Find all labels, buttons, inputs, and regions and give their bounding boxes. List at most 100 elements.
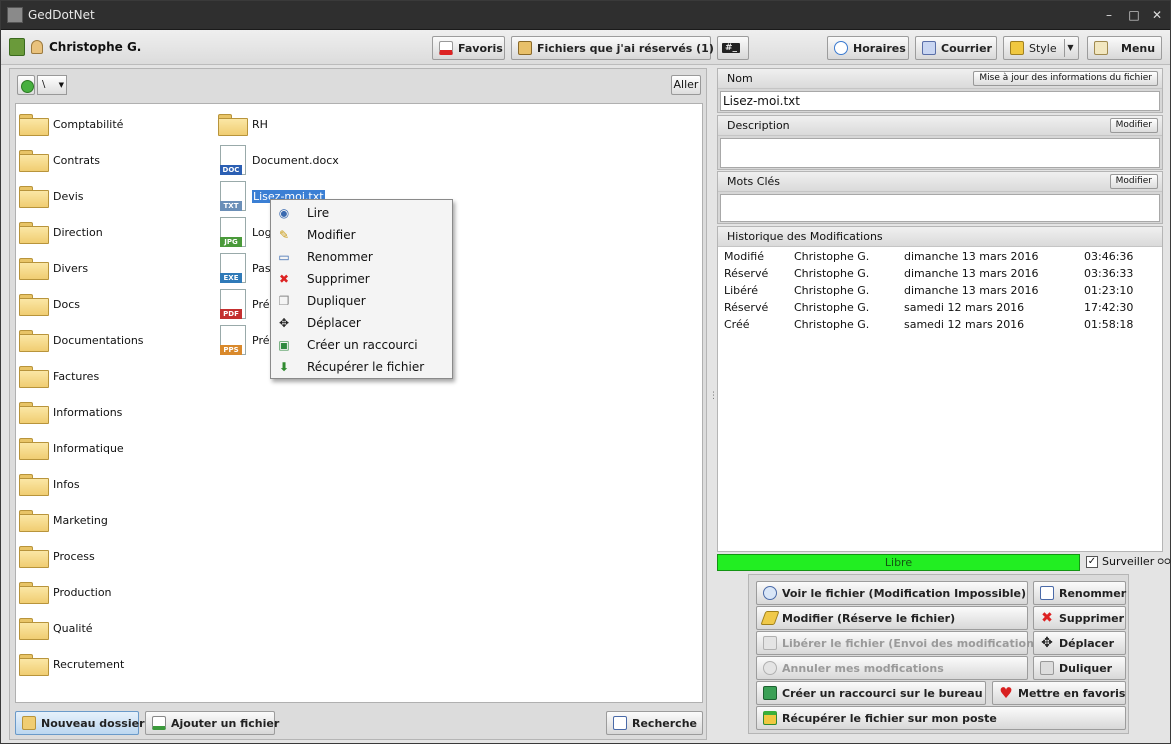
context-menu-item[interactable]: ✖ Supprimer xyxy=(271,268,452,290)
folder-item[interactable]: Informatique xyxy=(19,436,124,460)
file-details-panel: Nom Mise à jour des informations du fich… xyxy=(714,68,1171,740)
context-menu-item[interactable]: ✎ Modifier xyxy=(271,224,452,246)
keywords-field[interactable] xyxy=(720,194,1160,222)
folder-item[interactable]: Documentations xyxy=(19,328,144,352)
history-cell: Créé xyxy=(724,318,750,331)
context-menu-item[interactable]: ⬇ Récupérer le fichier xyxy=(271,356,452,378)
file-item[interactable]: PPS Prés xyxy=(220,324,275,356)
eye-icon xyxy=(763,586,777,600)
search-button[interactable]: Recherche xyxy=(606,711,703,735)
bookmark-icon xyxy=(439,41,453,55)
user-icon xyxy=(31,40,43,54)
folder-icon xyxy=(19,510,49,532)
palette-icon xyxy=(1010,41,1024,55)
modify-button[interactable]: Modifier (Réserve le fichier) xyxy=(756,606,1028,630)
folder-item[interactable]: Direction xyxy=(19,220,103,244)
eye-icon: ◉ xyxy=(278,206,290,220)
folder-icon xyxy=(19,330,49,352)
history-cell: 03:46:36 xyxy=(1084,250,1134,263)
folder-item[interactable]: Divers xyxy=(19,256,88,280)
file-exe-icon: EXE xyxy=(220,253,246,283)
folder-icon xyxy=(19,546,49,568)
close-button[interactable]: ✕ xyxy=(1149,7,1165,23)
context-menu: ◉ Lire ✎ Modifier ▭ Renommer ✖ Supprimer ❐ Dupliq… xyxy=(270,199,453,379)
file-item[interactable]: JPG Log xyxy=(220,216,272,248)
watch-checkbox[interactable]: ✓ xyxy=(1086,555,1098,568)
lock-icon xyxy=(518,41,532,55)
context-menu-item[interactable]: ▣ Créer un raccourci xyxy=(271,334,452,356)
go-button[interactable]: Aller xyxy=(671,75,701,95)
path-field[interactable]: \ ▼ xyxy=(37,75,67,95)
menu-button[interactable]: Menu xyxy=(1087,36,1162,60)
folder-item[interactable]: Recrutement xyxy=(19,652,124,676)
folder-item[interactable]: Qualité xyxy=(19,616,93,640)
file-jpg-icon: JPG xyxy=(220,217,246,247)
create-shortcut-button[interactable]: Créer un raccourci sur le bureau xyxy=(756,681,986,705)
move-button[interactable]: ✥ Déplacer xyxy=(1033,631,1126,655)
file-item[interactable]: DOC Document.docx xyxy=(220,144,339,176)
keywords-modify-button[interactable]: Modifier xyxy=(1109,174,1158,189)
context-menu-item[interactable]: ▭ Renommer xyxy=(271,246,452,268)
delete-button[interactable]: ✖ Supprimer xyxy=(1033,606,1126,630)
watch-toggle[interactable]: ✓ Surveiller ᴑᴑ xyxy=(1086,555,1171,568)
history-row: Libéré Christophe G. dimanche 13 mars 2016… xyxy=(718,282,1162,299)
history-cell: 01:58:18 xyxy=(1084,318,1134,331)
maximize-button[interactable]: □ xyxy=(1126,7,1142,23)
reserved-files-button[interactable]: Fichiers que j'ai réservés (1) xyxy=(511,36,714,60)
download-file-button[interactable]: Récupérer le fichier sur mon poste xyxy=(756,706,1126,730)
folder-item[interactable]: Production xyxy=(19,580,112,604)
history-row: Réservé Christophe G. samedi 12 mars 2016 1… xyxy=(718,299,1162,316)
cancel-changes-button[interactable]: Annuler mes modfications xyxy=(756,656,1028,680)
watch-label: Surveiller xyxy=(1102,555,1155,568)
history-cell: 17:42:30 xyxy=(1084,301,1134,314)
refresh-icon[interactable] xyxy=(17,75,35,95)
rename-button[interactable]: Renommer xyxy=(1033,581,1126,605)
name-field[interactable]: Lisez-moi.txt xyxy=(720,91,1160,111)
shortcut-icon: ▣ xyxy=(278,338,290,352)
folder-item[interactable]: Process xyxy=(19,544,95,568)
view-file-button[interactable]: Voir le fichier (Modification Impossible… xyxy=(756,581,1028,605)
new-folder-button[interactable]: Nouveau dossier xyxy=(15,711,145,735)
history-cell: Libéré xyxy=(724,284,758,297)
delete-x-icon: ✖ xyxy=(278,272,290,286)
context-menu-item[interactable]: ✥ Déplacer xyxy=(271,312,452,334)
context-menu-item[interactable]: ◉ Lire xyxy=(271,202,452,224)
status-bar: Libre xyxy=(717,554,1080,571)
chevron-down-icon[interactable]: ▼ xyxy=(1064,39,1076,57)
add-file-button[interactable]: Ajouter un fichier xyxy=(145,711,279,735)
description-modify-button[interactable]: Modifier xyxy=(1109,118,1158,133)
minimize-button[interactable]: – xyxy=(1101,7,1117,23)
folder-item[interactable]: Devis xyxy=(19,184,84,208)
folder-icon xyxy=(19,294,49,316)
folder-item[interactable]: Contrats xyxy=(19,148,100,172)
favoris-button[interactable]: Favoris xyxy=(432,36,505,60)
context-menu-item[interactable]: ❐ Dupliquer xyxy=(271,290,452,312)
console-button[interactable]: #_ xyxy=(717,36,749,60)
folder-item[interactable]: Docs xyxy=(19,292,80,316)
file-item[interactable]: PDF Prés xyxy=(220,288,275,320)
description-field[interactable] xyxy=(720,138,1160,168)
courrier-button[interactable]: Courrier xyxy=(915,36,997,60)
panel-splitter[interactable]: ⋮ xyxy=(709,391,718,413)
file-item[interactable]: EXE Pas xyxy=(220,252,271,284)
folder-icon xyxy=(19,366,49,388)
update-info-button[interactable]: Mise à jour des informations du fichier xyxy=(973,71,1158,86)
release-file-button[interactable]: Libérer le fichier (Envoi des modificati… xyxy=(756,631,1045,655)
folder-item[interactable]: Informations xyxy=(19,400,122,424)
file-doc-icon: DOC xyxy=(220,145,246,175)
download-icon: ⬇ xyxy=(278,360,290,374)
style-button[interactable]: Style ▼ xyxy=(1003,36,1079,60)
history-cell: dimanche 13 mars 2016 xyxy=(904,284,1039,297)
folder-item[interactable]: Comptabilité xyxy=(19,112,123,136)
folder-item[interactable]: RH xyxy=(218,112,268,136)
folder-item[interactable]: Factures xyxy=(19,364,99,388)
history-cell: dimanche 13 mars 2016 xyxy=(904,267,1039,280)
folder-item[interactable]: Marketing xyxy=(19,508,108,532)
rename-icon xyxy=(1040,586,1054,600)
pencil-icon xyxy=(760,611,780,625)
horaires-button[interactable]: Horaires xyxy=(827,36,909,60)
add-favorite-button[interactable]: ♥ Mettre en favoris xyxy=(992,681,1126,705)
user-info: Christophe G. xyxy=(9,38,141,56)
folder-item[interactable]: Infos xyxy=(19,472,80,496)
duplicate-button[interactable]: Duliquer xyxy=(1033,656,1126,680)
